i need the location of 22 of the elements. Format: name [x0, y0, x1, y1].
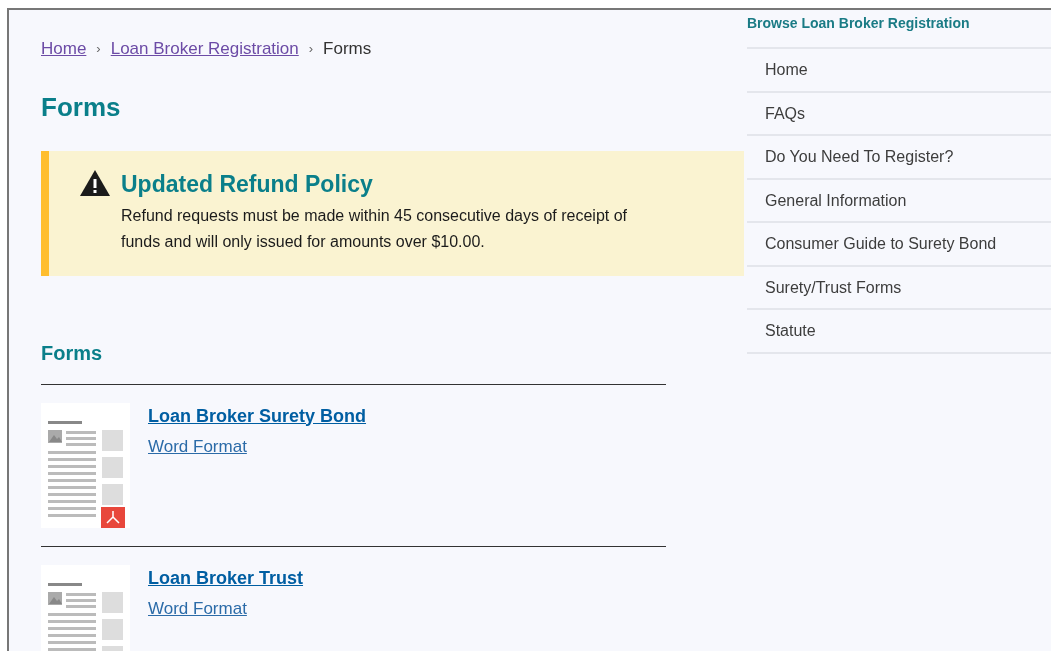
sidebar-link[interactable]: FAQs	[747, 92, 1051, 134]
breadcrumb-current: Forms	[323, 38, 372, 60]
chevron-icon: ›	[308, 39, 314, 59]
form-title-link[interactable]: Loan Broker Surety Bond	[148, 402, 367, 430]
sidebar-link[interactable]: Do You Need To Register?	[747, 136, 1051, 178]
word-format-link[interactable]: Word Format	[148, 595, 304, 621]
sidebar-link[interactable]: Home	[747, 49, 1051, 91]
word-format-link[interactable]: Word Format	[148, 433, 367, 459]
sidebar-link[interactable]: General Information	[747, 179, 1051, 221]
alert-text: Refund requests must be made within 45 consecutive days of receipt of funds and will only issued for amounts over $10.00.	[121, 206, 629, 252]
chevron-icon: ›	[96, 39, 101, 59]
sidebar-title: Browse Loan Broker Registration	[747, 14, 971, 33]
warning-icon	[79, 168, 111, 197]
breadcrumb-link[interactable]: Loan Broker Registration	[110, 36, 299, 62]
alert-title: Updated Refund Policy	[121, 169, 374, 199]
page-title: Forms	[41, 90, 122, 124]
section-title: Forms	[41, 340, 104, 366]
sidebar-link[interactable]: Consumer Guide to Surety Bond	[747, 223, 1051, 265]
sidebar-link[interactable]: Statute	[747, 310, 1051, 352]
form-title-link[interactable]: Loan Broker Trust	[148, 564, 304, 592]
sidebar-link[interactable]: Surety/Trust Forms	[747, 266, 1051, 308]
breadcrumb-link[interactable]: Home	[41, 36, 87, 62]
